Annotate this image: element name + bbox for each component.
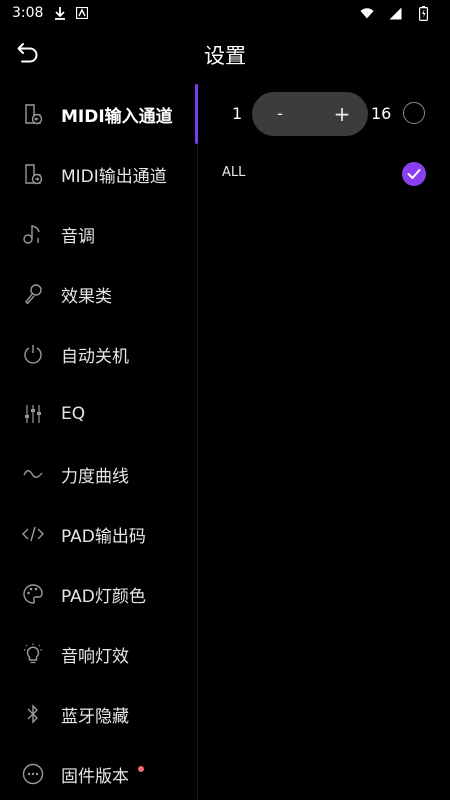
battery-icon <box>416 5 430 21</box>
sidebar-item-firmware-version[interactable]: 固件版本 <box>0 744 197 800</box>
sidebar-item-effects[interactable]: 效果类 <box>0 264 197 324</box>
status-time: 3:08 <box>12 5 44 21</box>
microphone-icon <box>22 283 44 305</box>
decrement-button[interactable]: - <box>268 102 292 126</box>
sidebar-item-label: PAD灯颜色 <box>61 586 146 607</box>
checkmark-icon <box>407 165 421 184</box>
channel-stepper: - + <box>252 92 368 136</box>
channel-range-row[interactable]: 1 - + 16 <box>199 92 450 138</box>
sidebar-item-label: MIDI输出通道 <box>61 166 167 187</box>
sidebar-item-label: 力度曲线 <box>61 466 129 487</box>
sidebar-item-label: 自动关机 <box>61 346 129 367</box>
midi-in-icon <box>22 103 44 125</box>
sidebar-item-auto-shutdown[interactable]: 自动关机 <box>0 324 197 384</box>
sidebar-item-label: PAD输出码 <box>61 526 146 547</box>
all-channels-label: ALL <box>222 165 246 180</box>
app-header: 设置 <box>0 28 450 80</box>
sidebar-item-bluetooth-hide[interactable]: 蓝牙隐藏 <box>0 684 197 744</box>
firmware-icon <box>22 763 44 785</box>
sidebar-item-velocity-curve[interactable]: 力度曲线 <box>0 444 197 504</box>
page-title: 设置 <box>204 44 246 68</box>
sidebar-item-midi-output[interactable]: MIDI输出通道 <box>0 144 197 204</box>
status-right-group <box>360 5 438 21</box>
settings-content: 1 - + 16 ALL <box>199 84 450 800</box>
all-channels-check[interactable] <box>402 162 426 186</box>
status-bar: 3:08 <box>0 0 450 26</box>
sidebar-item-midi-input[interactable]: MIDI输入通道 <box>0 84 198 144</box>
curve-icon <box>22 463 44 485</box>
midi-out-icon <box>22 163 44 185</box>
app-notification-icon <box>75 6 89 20</box>
update-badge <box>138 766 144 772</box>
sidebar-item-speaker-light-effects[interactable]: 音响灯效 <box>0 624 197 684</box>
sidebar-item-label: MIDI输入通道 <box>61 106 173 127</box>
active-indicator <box>195 84 198 144</box>
music-note-icon <box>22 223 44 245</box>
settings-sidebar: MIDI输入通道 MIDI输出通道 音调 效果类 自动关机 EQ 力度曲线 PA… <box>0 84 198 800</box>
sidebar-item-pitch[interactable]: 音调 <box>0 204 197 264</box>
code-icon <box>22 523 44 545</box>
channel-max-label: 16 <box>371 104 392 123</box>
sidebar-item-label: EQ <box>61 404 86 424</box>
sidebar-item-label: 音调 <box>61 226 95 247</box>
equalizer-icon <box>22 403 44 425</box>
all-channels-row[interactable]: ALL <box>199 162 450 186</box>
sidebar-item-eq[interactable]: EQ <box>0 384 197 444</box>
download-icon <box>53 6 67 20</box>
channel-range-radio[interactable] <box>403 102 425 124</box>
sidebar-item-label: 效果类 <box>61 286 112 307</box>
power-icon <box>22 343 44 365</box>
increment-button[interactable]: + <box>330 102 354 126</box>
lightbulb-icon <box>22 643 44 665</box>
signal-icon <box>388 6 402 20</box>
wifi-icon <box>360 6 374 20</box>
bluetooth-icon <box>22 703 44 725</box>
sidebar-item-label: 蓝牙隐藏 <box>61 706 129 727</box>
channel-min-label: 1 <box>232 104 243 123</box>
sidebar-item-label: 固件版本 <box>61 766 129 787</box>
sidebar-item-pad-light-color[interactable]: PAD灯颜色 <box>0 564 197 624</box>
screen: 3:08 设置 MIDI输入通道 MIDI输出通道 音调 效果类 自动关机 EQ… <box>0 0 450 800</box>
palette-icon <box>22 583 44 605</box>
sidebar-item-label: 音响灯效 <box>61 646 129 667</box>
sidebar-item-pad-output-code[interactable]: PAD输出码 <box>0 504 197 564</box>
